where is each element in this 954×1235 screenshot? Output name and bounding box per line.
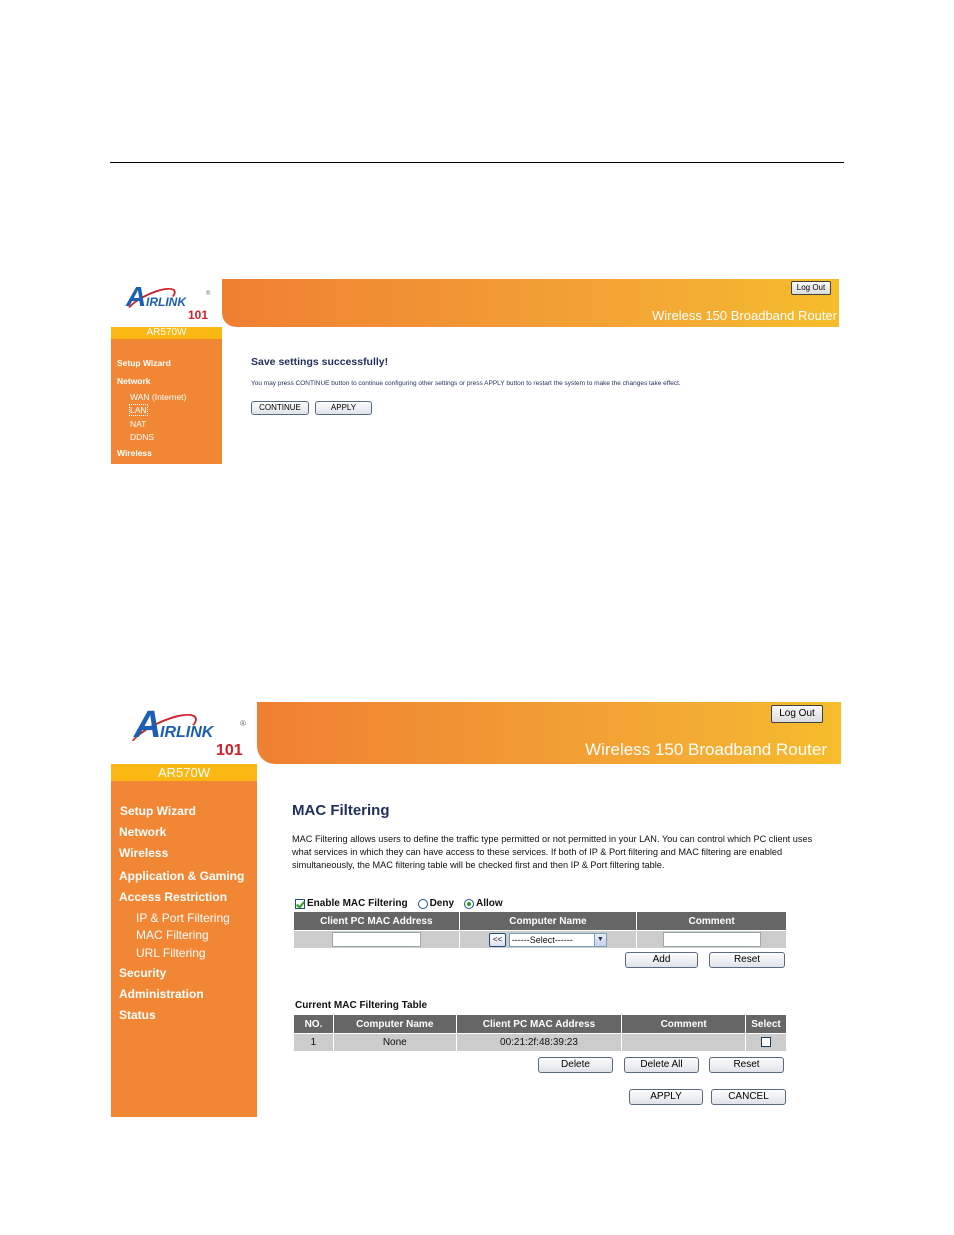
mac-address-input[interactable] [331, 932, 421, 947]
row-select-checkbox[interactable] [761, 1037, 771, 1048]
col-comment: Comment [621, 1014, 746, 1034]
copy-name-button[interactable]: << [489, 932, 507, 947]
page-title: MAC Filtering [292, 802, 390, 819]
sidebar-item-security[interactable]: Security [119, 966, 166, 980]
col-comment: Comment [636, 911, 787, 931]
sidebar-item-url-filtering[interactable]: URL Filtering [136, 946, 206, 960]
router-screen-mac-filtering: A IRLINK ® 101 Log Out Wireless 150 Broa… [110, 700, 842, 1118]
delete-button[interactable]: Delete [538, 1057, 613, 1073]
sidebar-item-setup-wizard[interactable]: Setup Wizard [120, 804, 196, 818]
logo-number: 101 [216, 742, 243, 759]
enable-mac-filtering-label: Enable MAC Filtering [307, 898, 408, 909]
sidebar-item-mac-filtering[interactable]: MAC Filtering [136, 928, 209, 942]
logo-mark: A IRLINK ® 101 [122, 704, 256, 762]
sidebar-item-lan[interactable]: LAN [129, 404, 148, 416]
reset-table-button[interactable]: Reset [709, 1057, 784, 1073]
col-no: NO. [293, 1014, 334, 1034]
model-label: AR570W [111, 327, 222, 339]
delete-all-button[interactable]: Delete All [624, 1057, 699, 1073]
deny-radio[interactable] [417, 898, 428, 909]
logo-number: 101 [188, 308, 209, 322]
deny-label: Deny [429, 898, 455, 909]
enable-mac-filtering-checkbox[interactable] [295, 898, 305, 909]
product-title: Wireless 150 Broadband Router [585, 740, 827, 759]
logo-text: IRLINK [146, 295, 186, 309]
entry-input-row: << ------Select------ ▼ [293, 930, 787, 949]
col-computer-name: Computer Name [458, 911, 638, 931]
continue-button[interactable]: CONTINUE [251, 401, 309, 415]
sidebar-item-nat[interactable]: NAT [130, 419, 146, 429]
model-label: AR570W [111, 764, 257, 781]
success-message: You may press CONTINUE button to continu… [251, 380, 681, 387]
sidebar-nav: Setup Wizard Network WAN (Internet) LAN … [111, 339, 222, 464]
sidebar-item-wireless[interactable]: Wireless [119, 846, 168, 860]
row-no: 1 [293, 1033, 334, 1052]
logout-button[interactable]: Log Out [771, 705, 823, 723]
airlink-logo: A IRLINK ® 101 [110, 700, 257, 763]
page-divider [110, 162, 844, 163]
sidebar-item-setup-wizard[interactable]: Setup Wizard [117, 358, 171, 368]
entry-header-row: Client PC MAC Address Computer Name Comm… [293, 911, 787, 931]
sidebar-item-administration[interactable]: Administration [119, 987, 204, 1001]
current-header-row: NO. Computer Name Client PC MAC Address … [293, 1014, 787, 1034]
router-screen-save-success: A IRLINK ® 101 Log Out Wireless 150 Broa… [110, 279, 845, 465]
col-computer-name: Computer Name [332, 1014, 457, 1034]
row-mac: 00:21:2f:48:39:23 [455, 1033, 623, 1052]
header-banner: Log Out Wireless 150 Broadband Router [222, 279, 839, 327]
header-banner: Log Out Wireless 150 Broadband Router [257, 702, 841, 764]
computer-name-select[interactable]: ------Select------ ▼ [508, 932, 607, 947]
sidebar-item-wan[interactable]: WAN (Internet) [130, 392, 186, 402]
computer-name-select-value: ------Select------ [511, 934, 573, 945]
current-table-caption: Current MAC Filtering Table [295, 1000, 428, 1011]
comment-input[interactable] [662, 932, 761, 947]
logo-registered: ® [240, 719, 246, 728]
sidebar-item-ddns[interactable]: DDNS [130, 432, 154, 442]
sidebar-item-network[interactable]: Network [119, 825, 166, 839]
mac-entry-table: Client PC MAC Address Computer Name Comm… [293, 911, 787, 949]
logo-registered: ® [206, 291, 211, 297]
sidebar-item-ip-port-filtering[interactable]: IP & Port Filtering [136, 911, 230, 925]
apply-button[interactable]: APPLY [629, 1089, 703, 1105]
chevron-down-icon: ▼ [593, 933, 606, 946]
col-client-mac: Client PC MAC Address [455, 1014, 623, 1034]
allow-radio[interactable] [464, 898, 475, 909]
col-client-mac: Client PC MAC Address [293, 911, 460, 931]
logo-letter: A [126, 281, 147, 312]
row-computer-name: None [332, 1033, 457, 1052]
sidebar-item-status[interactable]: Status [119, 1008, 156, 1022]
apply-button[interactable]: APPLY [315, 401, 372, 415]
table-row: 1 None 00:21:2f:48:39:23 [293, 1033, 787, 1052]
logo-text: IRLINK [160, 724, 214, 741]
success-title: Save settings successfully! [251, 356, 389, 368]
allow-label: Allow [476, 898, 503, 909]
sidebar-nav: Setup Wizard Network Wireless Applicatio… [111, 781, 257, 1117]
reset-entry-button[interactable]: Reset [709, 952, 785, 968]
logout-button[interactable]: Log Out [791, 281, 831, 295]
sidebar-item-application-gaming[interactable]: Application & Gaming [119, 869, 244, 883]
add-button[interactable]: Add [625, 952, 698, 968]
logo-mark: A IRLINK ® 101 [118, 281, 218, 325]
airlink-logo: A IRLINK ® 101 [110, 279, 222, 327]
row-comment [621, 1033, 746, 1052]
page-description: MAC Filtering allows users to define the… [292, 834, 813, 870]
logo-letter: A [134, 704, 162, 746]
current-mac-table: NO. Computer Name Client PC MAC Address … [293, 1014, 787, 1052]
product-title: Wireless 150 Broadband Router [652, 308, 837, 323]
col-select: Select [745, 1014, 787, 1034]
sidebar-item-access-restriction[interactable]: Access Restriction [119, 890, 227, 904]
cancel-button[interactable]: CANCEL [711, 1089, 786, 1105]
sidebar-item-network[interactable]: Network [117, 376, 151, 386]
sidebar-item-wireless[interactable]: Wireless [117, 448, 152, 458]
filter-options: Enable MAC Filtering Deny Allow [295, 898, 503, 909]
